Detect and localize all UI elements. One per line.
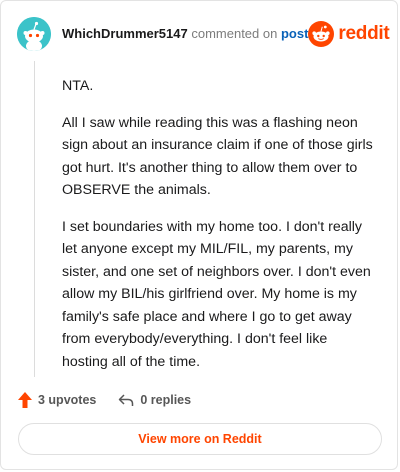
comment-actions: 3 upvotes 0 replies xyxy=(18,390,191,410)
upvote-button[interactable]: 3 upvotes xyxy=(18,392,96,408)
snoo-avatar-icon[interactable] xyxy=(17,17,51,51)
post-link[interactable]: post xyxy=(281,26,308,41)
upvote-count: 3 upvotes xyxy=(38,393,97,407)
author-line: WhichDrummer5147 commented on post xyxy=(62,26,308,41)
brand-wordmark: reddit xyxy=(338,23,390,44)
author-username[interactable]: WhichDrummer5147 xyxy=(62,26,188,41)
comment-header: WhichDrummer5147 commented on post reddi… xyxy=(17,15,390,53)
comment-paragraph: NTA. xyxy=(62,78,94,94)
comment-body: NTA. All I saw while reading this was a … xyxy=(62,75,374,387)
reply-arrow-icon xyxy=(119,394,134,406)
view-more-button[interactable]: View more on Reddit xyxy=(18,423,382,455)
reply-button[interactable]: 0 replies xyxy=(118,393,191,407)
thread-line xyxy=(34,61,35,377)
upvote-arrow-icon xyxy=(18,392,32,408)
comment-paragraph: I set boundaries with my home too. I don… xyxy=(62,218,371,370)
action-text: commented on xyxy=(191,25,278,41)
reddit-logo-icon xyxy=(308,21,335,47)
reddit-brand[interactable]: reddit xyxy=(308,21,390,47)
comment-paragraph: All I saw while reading this was a flash… xyxy=(62,114,373,199)
reply-count: 0 replies xyxy=(140,393,192,407)
embedded-comment-card: WhichDrummer5147 commented on post reddi… xyxy=(0,0,398,470)
